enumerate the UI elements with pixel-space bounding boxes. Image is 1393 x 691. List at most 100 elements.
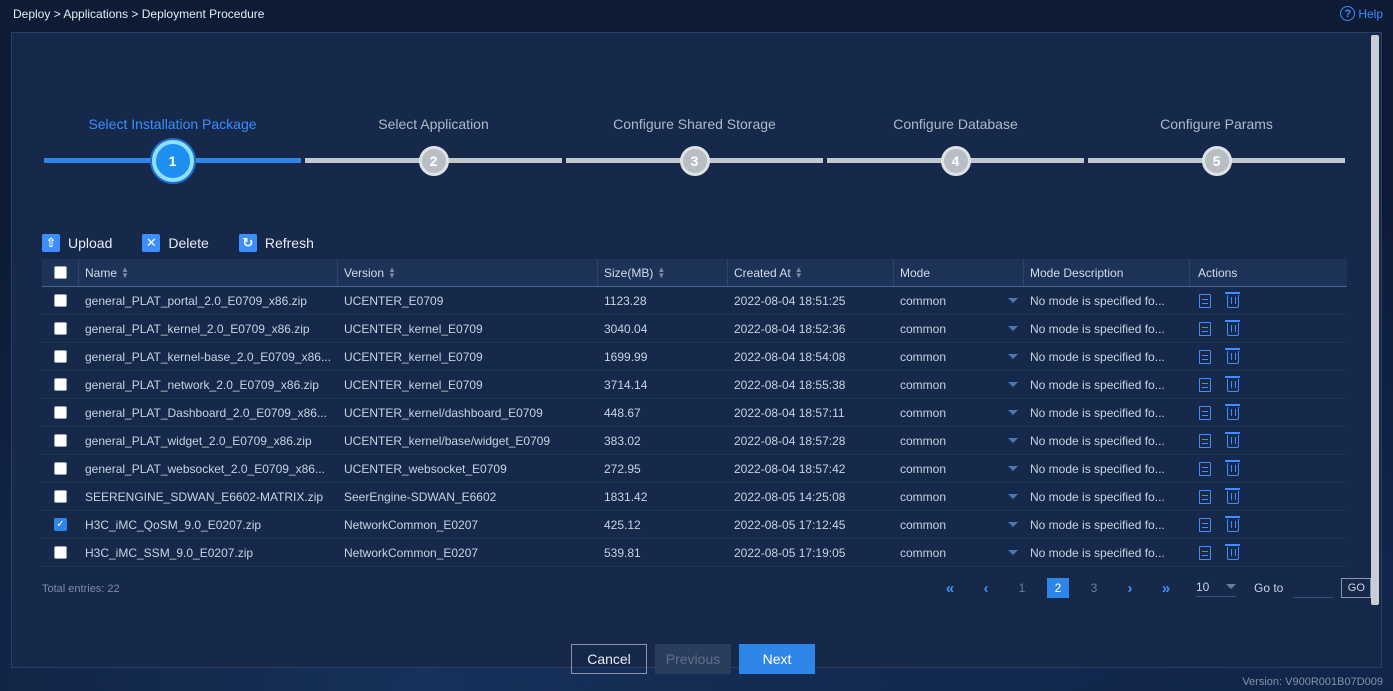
select-all-checkbox[interactable] — [53, 266, 67, 279]
page-1[interactable]: 1 — [1004, 581, 1040, 595]
table-row[interactable]: SEERENGINE_SDWAN_E6602-MATRIX.zip SeerEn… — [42, 483, 1347, 511]
page-size-select[interactable]: 10 — [1196, 580, 1236, 597]
mode-select[interactable]: common — [900, 518, 1022, 532]
prev-page-icon[interactable]: ‹ — [968, 580, 1004, 597]
upload-icon: ⇧ — [42, 234, 60, 252]
table-row[interactable]: general_PLAT_widget_2.0_E0709_x86.zip UC… — [42, 427, 1347, 455]
next-button[interactable]: Next — [739, 644, 815, 674]
package-table: Name ▲ ▼ Version ▲ ▼ Size(MB) ▲ ▼ Created A… — [42, 259, 1347, 567]
breadcrumb: Deploy > Applications > Deployment Proce… — [13, 7, 265, 21]
mode-description: No mode is specified fo... — [1030, 405, 1165, 420]
table-row[interactable]: ✓ H3C_iMC_QoSM_9.0_E0207.zip NetworkComm… — [42, 511, 1347, 539]
chevron-down-icon — [1008, 522, 1018, 527]
mode-value: common — [900, 545, 947, 560]
table-row[interactable]: general_PLAT_network_2.0_E0709_x86.zip U… — [42, 371, 1347, 399]
trash-icon[interactable] — [1225, 544, 1240, 560]
step-number: 3 — [679, 146, 710, 176]
delete-button[interactable]: ✕ Delete — [142, 234, 209, 252]
mode-select[interactable]: common — [900, 490, 1022, 504]
trash-icon[interactable] — [1225, 516, 1240, 532]
trash-icon[interactable] — [1225, 292, 1240, 308]
package-created: 2022-08-04 18:57:28 — [734, 433, 846, 448]
previous-button[interactable]: Previous — [655, 644, 731, 674]
table-row[interactable]: general_PLAT_Dashboard_2.0_E0709_x86... … — [42, 399, 1347, 427]
trash-icon[interactable] — [1225, 488, 1240, 504]
details-icon[interactable] — [1198, 377, 1212, 392]
table-row[interactable]: general_PLAT_kernel-base_2.0_E0709_x86..… — [42, 343, 1347, 371]
mode-value: common — [900, 321, 947, 336]
trash-icon[interactable] — [1225, 376, 1240, 392]
details-icon[interactable] — [1198, 321, 1212, 336]
row-checkbox[interactable] — [54, 406, 67, 419]
trash-icon[interactable] — [1225, 404, 1240, 420]
sort-icon: ▲ ▼ — [794, 264, 803, 280]
details-icon[interactable] — [1198, 517, 1212, 532]
mode-select[interactable]: common — [900, 434, 1022, 448]
row-checkbox[interactable] — [54, 378, 67, 391]
row-checkbox[interactable] — [54, 434, 67, 447]
mode-select[interactable]: common — [900, 294, 1022, 308]
trash-icon[interactable] — [1225, 348, 1240, 364]
last-page-icon[interactable]: » — [1148, 580, 1184, 597]
row-select-cell: ✓ — [42, 511, 79, 538]
package-created: 2022-08-04 18:57:42 — [734, 461, 846, 476]
help-icon: ? — [1340, 6, 1356, 21]
details-icon[interactable] — [1198, 405, 1212, 420]
package-version: UCENTER_kernel/base/widget_E0709 — [344, 433, 551, 448]
package-version: NetworkCommon_E0207 — [344, 517, 479, 532]
mode-select[interactable]: common — [900, 350, 1022, 364]
package-size: 3040.04 — [604, 321, 648, 336]
scrollbar[interactable] — [1371, 35, 1379, 605]
table-row[interactable]: H3C_iMC_SSM_9.0_E0207.zip NetworkCommon_… — [42, 539, 1347, 567]
table-row[interactable]: general_PLAT_portal_2.0_E0709_x86.zip UC… — [42, 287, 1347, 315]
mode-value: common — [900, 461, 947, 476]
row-checkbox[interactable] — [54, 462, 67, 475]
column-version[interactable]: Version ▲ ▼ — [338, 259, 598, 286]
refresh-button[interactable]: ↻ Refresh — [238, 234, 314, 252]
column-name[interactable]: Name ▲ ▼ — [79, 259, 338, 286]
mode-select[interactable]: common — [900, 546, 1022, 560]
first-page-icon[interactable]: « — [932, 580, 968, 597]
table-row[interactable]: general_PLAT_websocket_2.0_E0709_x86... … — [42, 455, 1347, 483]
row-checkbox[interactable] — [54, 322, 67, 335]
next-page-icon[interactable]: › — [1112, 580, 1148, 597]
row-checkbox[interactable] — [54, 490, 67, 503]
trash-icon[interactable] — [1225, 432, 1240, 448]
table-row[interactable]: general_PLAT_kernel_2.0_E0709_x86.zip UC… — [42, 315, 1347, 343]
column-name-label: Name — [85, 265, 118, 280]
row-checkbox[interactable]: ✓ — [54, 518, 67, 531]
package-version: UCENTER_kernel/dashboard_E0709 — [344, 405, 543, 420]
details-icon[interactable] — [1198, 461, 1212, 476]
package-version: UCENTER_kernel_E0709 — [344, 321, 483, 336]
row-checkbox[interactable] — [54, 350, 67, 363]
mode-select[interactable]: common — [900, 322, 1022, 336]
page-3[interactable]: 3 — [1076, 581, 1112, 595]
page-2[interactable]: 2 — [1047, 578, 1069, 598]
column-created[interactable]: Created At ▲ ▼ — [728, 259, 894, 286]
step-4: Configure Database 4 — [827, 115, 1084, 185]
mode-cell: common — [894, 455, 1024, 482]
mode-select[interactable]: common — [900, 378, 1022, 392]
trash-icon[interactable] — [1225, 460, 1240, 476]
details-icon[interactable] — [1198, 545, 1212, 560]
details-icon[interactable] — [1198, 489, 1212, 504]
total-entries: Total entries: 22 — [42, 583, 120, 595]
cancel-button[interactable]: Cancel — [571, 644, 647, 674]
column-size[interactable]: Size(MB) ▲ ▼ — [598, 259, 728, 286]
row-checkbox[interactable] — [54, 294, 67, 307]
trash-icon[interactable] — [1225, 320, 1240, 336]
row-actions — [1190, 315, 1347, 342]
help-link[interactable]: ? Help — [1340, 6, 1383, 21]
details-icon[interactable] — [1198, 433, 1212, 448]
upload-button[interactable]: ⇧ Upload — [42, 234, 112, 252]
mode-select[interactable]: common — [900, 462, 1022, 476]
version-label: Version: V900R001B07D009 — [1242, 676, 1383, 688]
row-checkbox[interactable] — [54, 546, 67, 559]
go-button[interactable]: GO — [1341, 578, 1372, 598]
mode-select[interactable]: common — [900, 406, 1022, 420]
chevron-down-icon — [1008, 382, 1018, 387]
details-icon[interactable] — [1198, 349, 1212, 364]
details-icon[interactable] — [1198, 293, 1212, 308]
step-label: Select Application — [378, 116, 489, 132]
goto-input[interactable] — [1293, 578, 1334, 598]
